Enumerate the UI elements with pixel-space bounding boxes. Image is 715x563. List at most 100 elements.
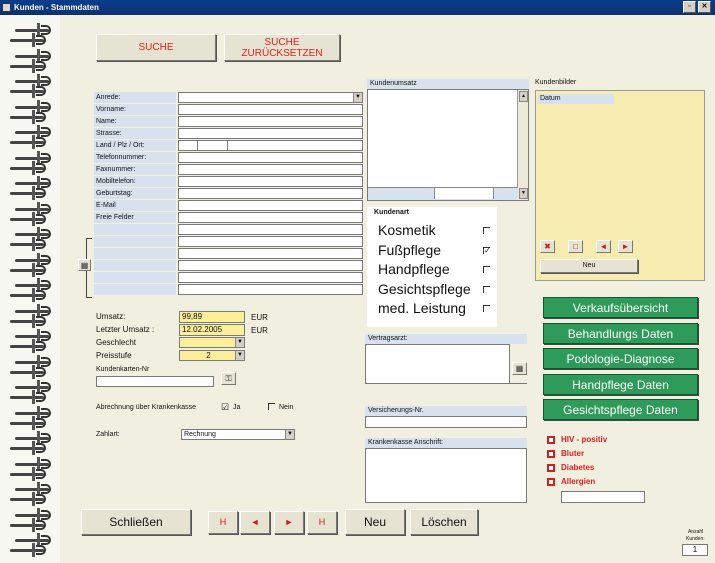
neu-button[interactable]: Neu <box>345 509 405 535</box>
address-input[interactable] <box>178 212 363 223</box>
close-button[interactable]: Schließen <box>81 509 191 535</box>
spiral-binding <box>0 15 60 563</box>
kundenumsatz-list[interactable]: ▲ ▼ <box>367 89 529 201</box>
next-record-icon: ► <box>284 517 294 527</box>
free-field-label <box>94 284 176 295</box>
address-input[interactable] <box>178 200 363 211</box>
kundenkarte-input[interactable] <box>96 376 214 387</box>
kundenumsatz-header: Kundenumsatz <box>367 79 529 89</box>
neu-image-button[interactable]: Neu <box>540 259 638 273</box>
field-label: Land / Plz / Ort: <box>94 140 176 151</box>
flag-checkbox[interactable] <box>547 478 555 486</box>
binding-ring <box>10 211 50 226</box>
address-input[interactable] <box>178 116 363 127</box>
search-button[interactable]: SUCHE <box>96 34 216 61</box>
green-action-button[interactable]: Handpflege Daten <box>543 373 698 395</box>
field-label: Strasse: <box>94 128 176 139</box>
reset-search-button[interactable]: SUCHE ZURÜCKSETZEN <box>224 34 340 61</box>
address-input[interactable] <box>178 284 363 295</box>
delete-image-icon[interactable]: ✖ <box>540 240 555 253</box>
nein-checkbox[interactable] <box>268 403 275 410</box>
app-icon <box>2 3 11 12</box>
kundenart-checkbox[interactable]: ✓ <box>483 246 491 254</box>
flag-checkbox[interactable] <box>547 464 555 472</box>
green-action-button[interactable]: Behandlungs Daten <box>543 322 698 344</box>
first-record-button[interactable]: H <box>208 511 238 534</box>
address-input[interactable] <box>178 176 363 187</box>
field-label: Faxnummer: <box>94 164 176 175</box>
flag-checkbox[interactable] <box>547 450 555 458</box>
letzter-umsatz-value[interactable]: 12.02.2005 <box>179 324 245 336</box>
ja-checkbox[interactable]: ☑ <box>221 402 229 413</box>
address-input[interactable] <box>178 104 363 115</box>
key-icon[interactable]: ⚿ <box>221 372 236 385</box>
scrollbar[interactable]: ▲ ▼ <box>517 90 528 200</box>
flag-checkbox[interactable] <box>547 436 555 444</box>
address-input[interactable] <box>178 236 363 247</box>
field-label: Anrede: <box>94 92 176 103</box>
allergien-input[interactable] <box>561 491 645 503</box>
delete-button[interactable]: Löschen <box>410 509 478 535</box>
customer-count-value: 1 <box>692 545 698 554</box>
previous-record-button[interactable]: ◄ <box>240 511 270 534</box>
kundenart-checkbox[interactable] <box>483 305 490 312</box>
minimize-button[interactable]: ▫ <box>683 1 696 13</box>
address-input[interactable] <box>178 260 363 271</box>
frame-icon[interactable]: □ <box>568 240 583 253</box>
chevron-down-icon[interactable]: ▼ <box>285 430 294 439</box>
green-action-button[interactable]: Podologie-Diagnose <box>543 348 698 369</box>
address-input[interactable] <box>178 152 363 163</box>
nein-label: Nein <box>279 404 294 411</box>
flag-label: Diabetes <box>561 463 595 472</box>
close-button-label: Schließen <box>109 515 163 529</box>
close-window-button[interactable]: ✕ <box>698 1 711 13</box>
previous-record-icon: ◄ <box>250 517 260 527</box>
previous-image-icon[interactable]: ◄ <box>596 240 611 253</box>
green-action-button[interactable]: Gesichtspflege Daten <box>543 399 698 420</box>
reset-search-label-2: ZURÜCKSETZEN <box>241 48 323 59</box>
vertragsarzt-header: Vertragsarzt: <box>365 334 527 344</box>
anrede-dropdown[interactable]: ▼ <box>178 92 363 103</box>
address-input[interactable] <box>178 248 363 259</box>
next-record-button[interactable]: ► <box>274 511 304 534</box>
vertragsarzt-field[interactable] <box>365 344 510 384</box>
preisstufe-dropdown[interactable]: 2 ▼ <box>179 350 245 361</box>
scroll-down-icon[interactable]: ▼ <box>519 188 528 199</box>
address-input[interactable] <box>178 164 363 175</box>
green-action-button[interactable]: Verkaufsübersicht <box>543 297 698 318</box>
neu-button-label: Neu <box>363 515 386 529</box>
umsatz-value[interactable]: 99,89 <box>179 311 245 323</box>
last-record-button[interactable]: H <box>307 511 337 534</box>
kundenart-checkbox[interactable] <box>483 285 490 293</box>
address-input[interactable] <box>178 188 363 199</box>
krankenkasse-field[interactable] <box>365 448 527 503</box>
calculator-icon[interactable]: ▦ <box>512 362 527 375</box>
zahlart-dropdown[interactable]: Rechnung ▼ <box>181 429 295 440</box>
kundenart-checkbox[interactable] <box>483 266 490 273</box>
land-plz-ort-input[interactable] <box>178 140 363 151</box>
binding-ring <box>10 237 50 251</box>
delete-button-label: Löschen <box>421 515 467 529</box>
address-input[interactable] <box>178 224 363 235</box>
geschlecht-label: Geschlecht <box>96 338 137 347</box>
binding-ring <box>10 390 50 404</box>
chevron-down-icon[interactable]: ▼ <box>235 338 244 347</box>
next-image-icon[interactable]: ► <box>618 240 633 253</box>
kundenart-checkbox[interactable] <box>483 227 490 234</box>
kundenumsatz-footer <box>368 187 518 200</box>
chevron-down-icon[interactable]: ▼ <box>353 93 362 102</box>
versicherungs-nr-input[interactable] <box>365 416 527 428</box>
field-label: Name: <box>94 116 176 127</box>
geschlecht-dropdown[interactable]: ▼ <box>179 337 245 348</box>
letzter-umsatz-label: Letzter Umsatz : <box>96 325 155 334</box>
binding-ring <box>10 262 50 277</box>
binding-ring <box>10 109 50 124</box>
scroll-up-icon[interactable]: ▲ <box>519 91 528 102</box>
address-input[interactable] <box>178 128 363 139</box>
kunden-label: Kunden: <box>686 536 705 542</box>
free-field-label <box>94 272 176 283</box>
chevron-down-icon[interactable]: ▼ <box>235 351 244 360</box>
address-input[interactable] <box>178 272 363 283</box>
calculator-icon[interactable]: ▦ <box>78 259 91 271</box>
field-label: Vorname: <box>94 104 176 115</box>
